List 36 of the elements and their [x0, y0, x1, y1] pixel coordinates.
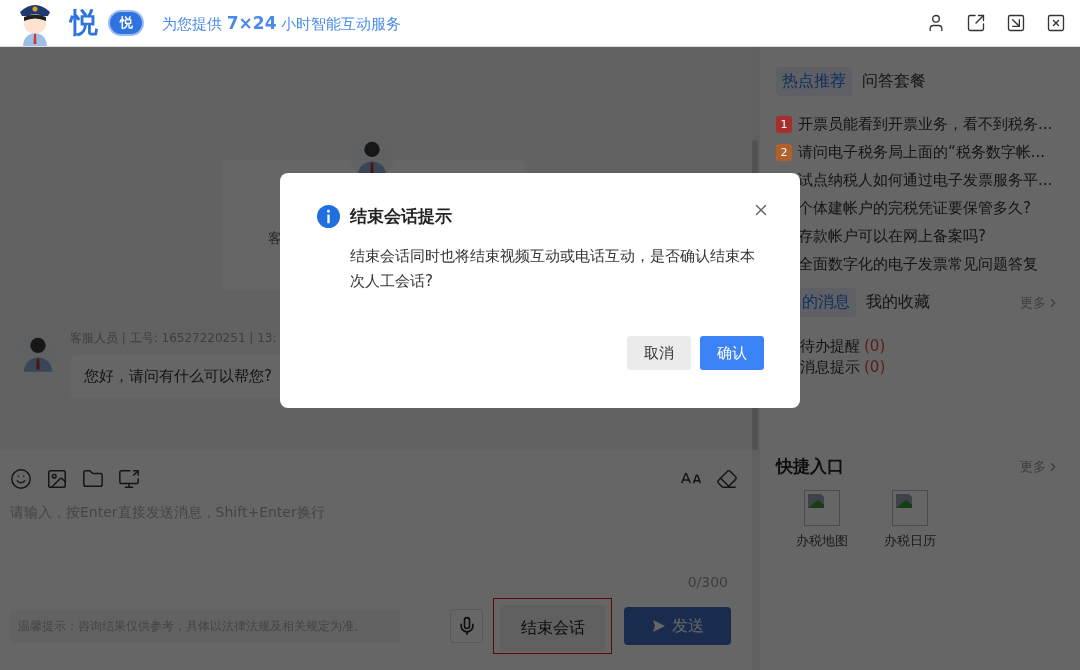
emoji-icon[interactable] — [10, 468, 32, 490]
tab[interactable]: 我的收藏 — [860, 288, 936, 317]
card-text: 客 — [268, 230, 282, 246]
hot-question-link[interactable]: 请问电子税务局上面的“税务数字帐... — [798, 142, 1046, 162]
cancel-button[interactable]: 取消 — [627, 336, 691, 370]
folder-icon[interactable] — [82, 468, 104, 490]
hot-question-link[interactable]: 个体建帐户的完税凭证要保管多久? — [798, 198, 1031, 218]
hot-question-link[interactable]: 开票员能看到开票业务，看不到税务... — [798, 114, 1053, 134]
message-link[interactable]: 待办提醒 (0) — [800, 337, 1060, 356]
info-icon — [317, 205, 340, 228]
screenshot-icon[interactable] — [118, 468, 140, 490]
tab[interactable]: 问答套餐 — [856, 67, 932, 96]
send-icon — [651, 619, 666, 633]
eraser-icon[interactable] — [716, 468, 738, 490]
logo-text: 悦 — [70, 5, 98, 41]
message-link[interactable]: 消息提示 (0) — [800, 358, 1060, 377]
shrink-icon[interactable] — [1006, 13, 1026, 33]
broken-image-icon — [892, 490, 928, 526]
quick-entry[interactable]: 办税日历 — [884, 490, 936, 550]
rank-badge: 2 — [776, 143, 792, 161]
confirm-button[interactable]: 确认 — [700, 336, 764, 370]
broken-image-icon — [804, 490, 840, 526]
hot-question-link[interactable]: 存款帐户可以在网上备案吗? — [798, 226, 986, 246]
rank-badge: 1 — [776, 115, 792, 133]
close-icon[interactable] — [1046, 13, 1066, 33]
image-icon[interactable] — [46, 468, 68, 490]
tab[interactable]: 热点推荐 — [776, 67, 852, 96]
section-title: 快捷入口 — [776, 455, 844, 478]
expand-icon[interactable] — [966, 13, 986, 33]
quick-entry[interactable]: 办税地图 — [796, 490, 848, 550]
logo-badge: 悦 — [108, 10, 144, 36]
dialog-title: 结束会话提示 — [350, 205, 452, 228]
end-session-button[interactable]: 结束会话 — [500, 605, 605, 651]
mic-button[interactable] — [450, 609, 483, 643]
dialog-message: 结束会话同时也将结束视频互动或电话互动，是否确认结束本次人工会话? — [350, 246, 756, 292]
slogan: 为您提供 7×24 小时智能互动服务 — [162, 12, 402, 34]
